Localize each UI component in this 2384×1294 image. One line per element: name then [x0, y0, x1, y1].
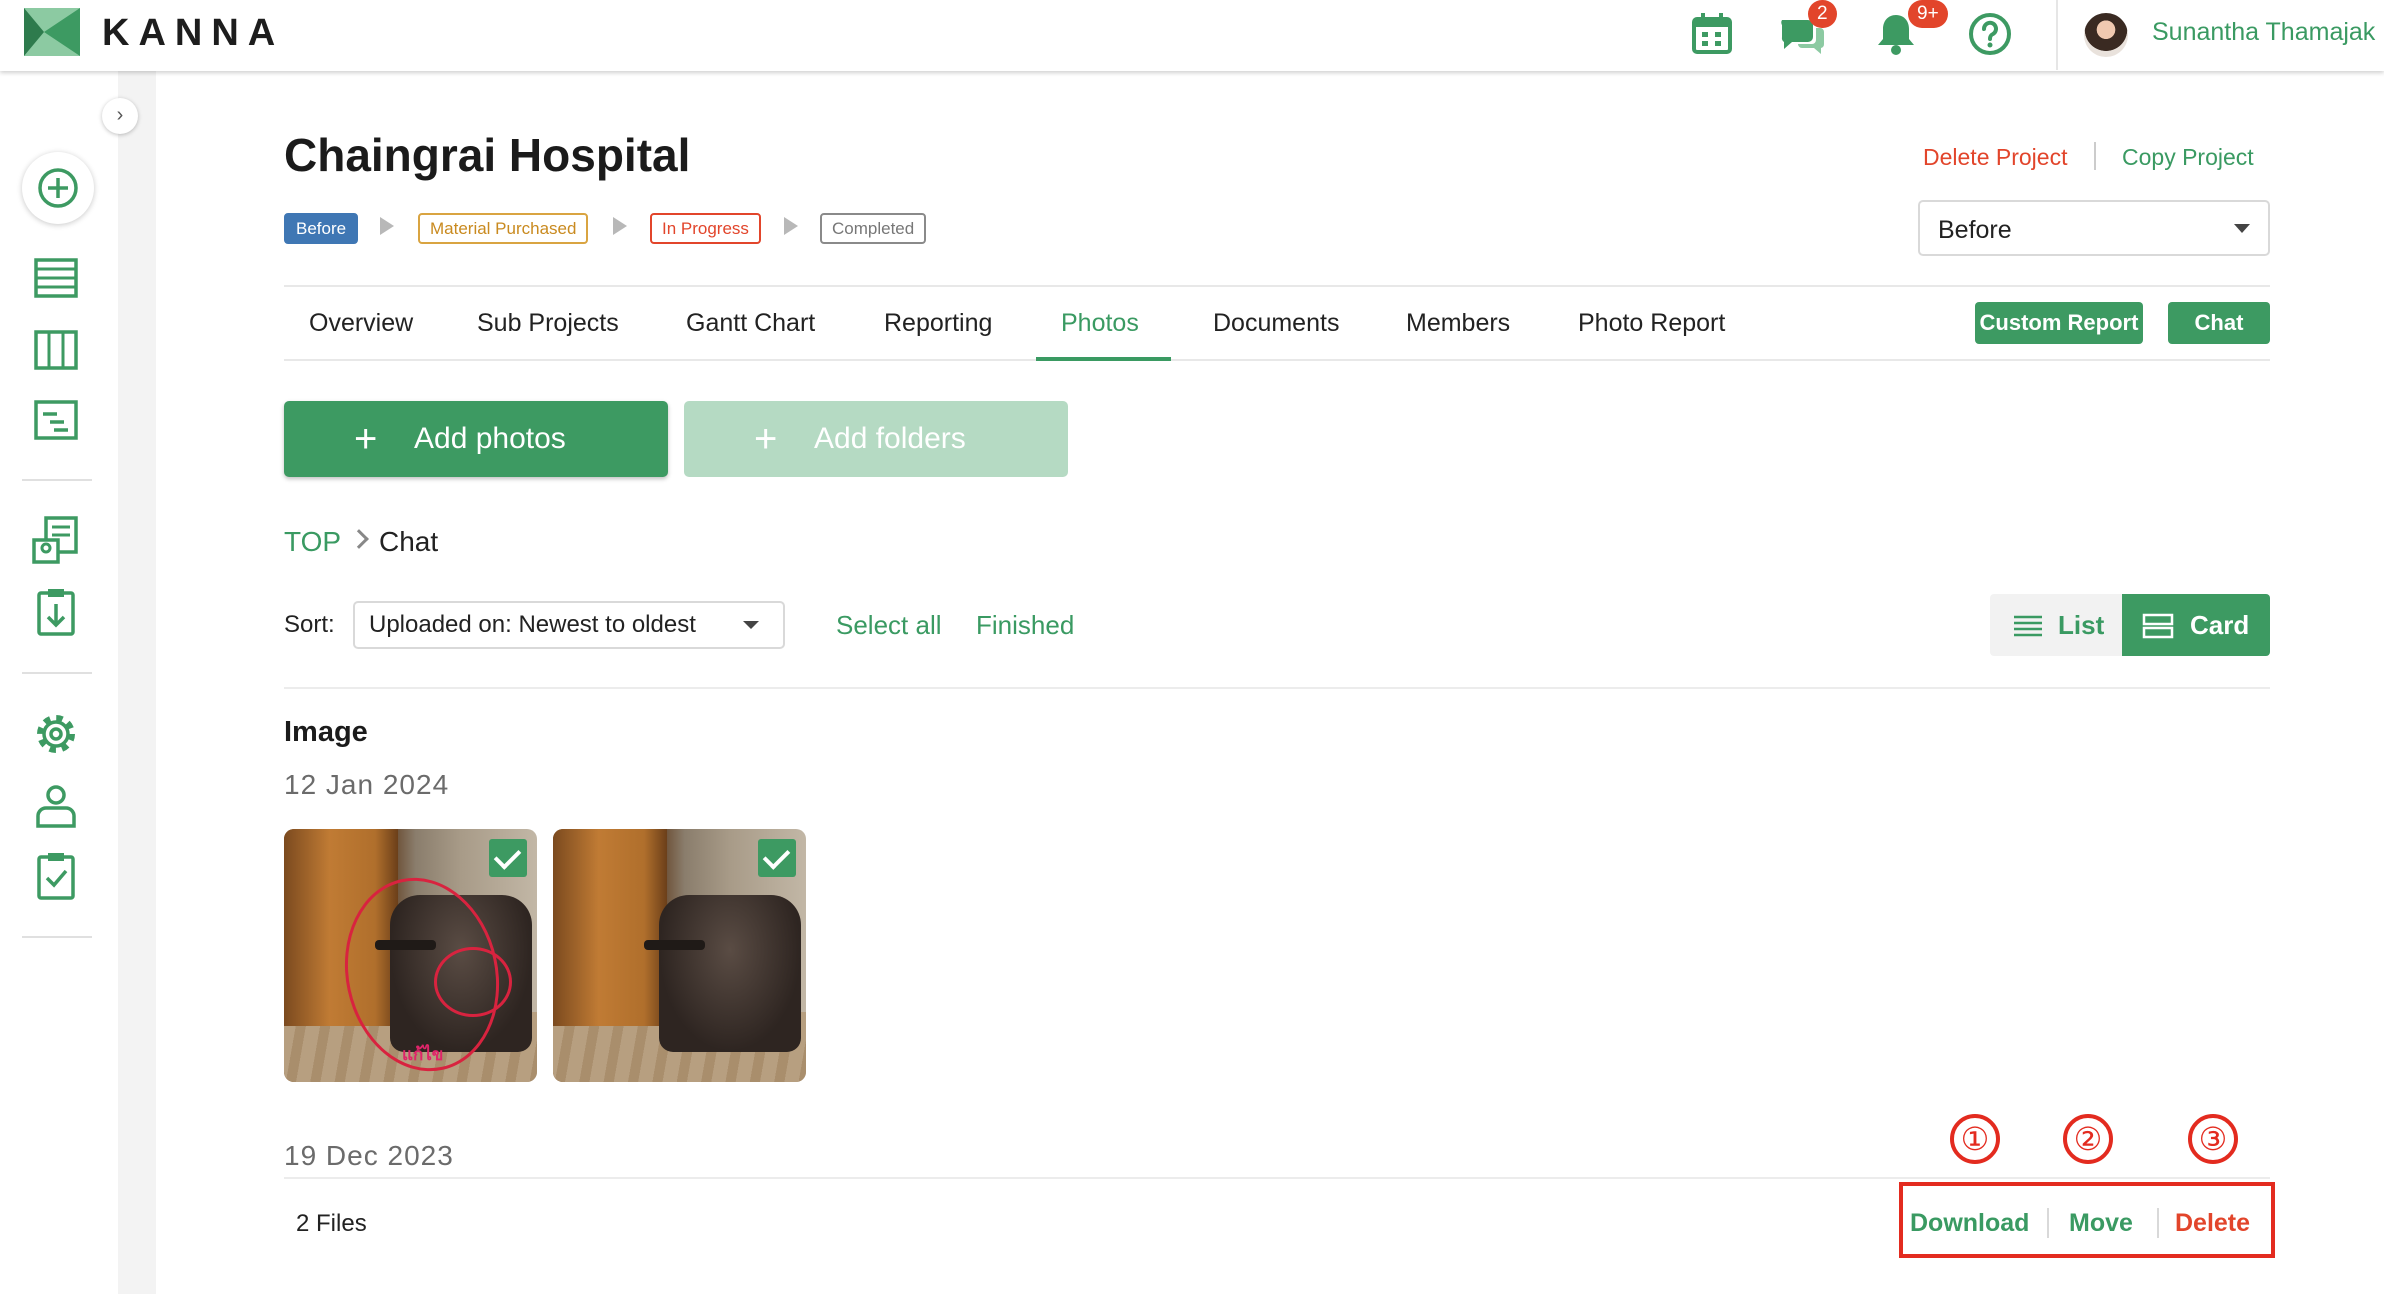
status-step-completed[interactable]: Completed	[820, 213, 927, 244]
sort-dropdown-value: Uploaded on: Newest to oldest	[369, 611, 696, 638]
card-view-button[interactable]: Card	[2122, 594, 2270, 656]
top-bar: KANNA 2 9+ Sunantha Thamajak	[0, 0, 2384, 71]
plus-icon: +	[754, 417, 778, 461]
sidebar-report-icon[interactable]	[30, 514, 82, 566]
select-all-link[interactable]: Select all	[836, 610, 942, 641]
header-divider	[2056, 0, 2058, 70]
sidebar-divider	[22, 672, 92, 674]
sort-label: Sort:	[284, 611, 335, 638]
step-marker-1: ①	[1950, 1114, 2000, 1164]
add-folders-button[interactable]: + Add folders	[684, 401, 1068, 477]
tab-reporting[interactable]: Reporting	[884, 309, 992, 338]
add-photos-button[interactable]: + Add photos	[284, 401, 668, 477]
annotation-circle	[434, 947, 512, 1017]
list-icon	[2014, 615, 2042, 637]
breadcrumb-current: Chat	[379, 526, 439, 557]
chevron-down-icon	[743, 621, 759, 629]
footer-divider	[284, 1177, 2270, 1179]
date-group-label: 12 Jan 2024	[284, 769, 450, 800]
download-button[interactable]: Download	[1910, 1209, 2029, 1238]
image-section-title: Image	[284, 716, 368, 748]
tab-photo-report[interactable]: Photo Report	[1578, 309, 1725, 338]
sidebar-divider	[22, 936, 92, 938]
copy-project-link[interactable]: Copy Project	[2122, 144, 2254, 171]
breadcrumb-top-link[interactable]: TOP	[284, 526, 341, 558]
move-button[interactable]: Move	[2069, 1209, 2133, 1238]
status-arrow-icon	[784, 217, 798, 235]
tab-overview[interactable]: Overview	[309, 309, 413, 338]
status-dropdown-value: Before	[1938, 216, 2012, 244]
plus-icon: +	[354, 417, 378, 461]
sidebar-gear-icon[interactable]	[30, 708, 82, 760]
brand-name: KANNA	[102, 12, 285, 54]
user-name[interactable]: Sunantha Thamajak	[2152, 18, 2375, 47]
action-separator	[2157, 1208, 2159, 1238]
status-arrow-icon	[613, 217, 627, 235]
link-separator	[2094, 142, 2096, 170]
checkbox-checked-icon[interactable]	[758, 839, 796, 877]
step-marker-2: ②	[2063, 1114, 2113, 1164]
help-icon[interactable]	[1966, 10, 2014, 58]
sidebar-gutter	[118, 71, 156, 1294]
sidebar-divider	[22, 479, 92, 481]
tabs-bottom-border	[284, 359, 2270, 361]
sidebar-checklist-icon[interactable]	[30, 850, 82, 902]
status-step-material-purchased[interactable]: Material Purchased	[418, 213, 589, 244]
sidebar-board-icon[interactable]	[30, 324, 82, 376]
create-button[interactable]	[22, 152, 94, 224]
sidebar-expand-chevron-icon[interactable]: ›	[102, 98, 138, 134]
card-icon	[2142, 613, 2174, 639]
tab-photos[interactable]: Photos	[1061, 309, 1139, 338]
status-step-before[interactable]: Before	[284, 213, 359, 244]
status-arrow-icon	[380, 217, 394, 235]
list-view-button[interactable]: List	[1990, 594, 2122, 656]
project-title: Chaingrai Hospital	[284, 129, 691, 181]
delete-project-link[interactable]: Delete Project	[1923, 144, 2067, 171]
tab-members[interactable]: Members	[1406, 309, 1510, 338]
finished-link[interactable]: Finished	[976, 610, 1074, 641]
sidebar-user-icon[interactable]	[30, 780, 82, 832]
delete-button[interactable]: Delete	[2175, 1209, 2250, 1238]
chevron-right-icon	[349, 529, 369, 549]
sidebar-download-clipboard-icon[interactable]	[30, 586, 82, 638]
tab-gantt-chart[interactable]: Gantt Chart	[686, 309, 815, 338]
photo-card[interactable]	[553, 829, 806, 1082]
user-avatar[interactable]	[2084, 13, 2128, 57]
tab-sub-projects[interactable]: Sub Projects	[477, 309, 619, 338]
view-toggle: List Card	[1990, 594, 2270, 656]
calendar-icon[interactable]	[1688, 10, 1736, 58]
action-separator	[2047, 1208, 2049, 1238]
chat-button[interactable]: Chat	[2168, 302, 2270, 344]
photo-annotation-text: แก้ไข	[402, 1045, 444, 1064]
active-tab-indicator	[1036, 357, 1171, 361]
date-group-label: 19 Dec 2023	[284, 1140, 454, 1171]
notification-badge: 9+	[1908, 0, 1948, 28]
tabs-top-border	[284, 285, 2270, 287]
plus-circle-icon	[38, 168, 78, 208]
section-divider	[284, 687, 2270, 689]
sort-dropdown[interactable]: Uploaded on: Newest to oldest	[353, 601, 785, 649]
kanna-logo-icon[interactable]	[24, 8, 80, 56]
chat-badge: 2	[1808, 0, 1837, 28]
selected-files-count: 2 Files	[296, 1210, 367, 1237]
chevron-down-icon	[2234, 224, 2250, 233]
checkbox-checked-icon[interactable]	[489, 839, 527, 877]
custom-report-button[interactable]: Custom Report	[1975, 302, 2143, 344]
photo-card[interactable]: แก้ไข	[284, 829, 537, 1082]
step-marker-3: ③	[2188, 1114, 2238, 1164]
tab-documents[interactable]: Documents	[1213, 309, 1339, 338]
sidebar-gantt-icon[interactable]	[30, 394, 82, 446]
status-step-in-progress[interactable]: In Progress	[650, 213, 761, 244]
status-dropdown[interactable]: Before	[1918, 200, 2270, 256]
sidebar-list-icon[interactable]	[30, 252, 82, 304]
